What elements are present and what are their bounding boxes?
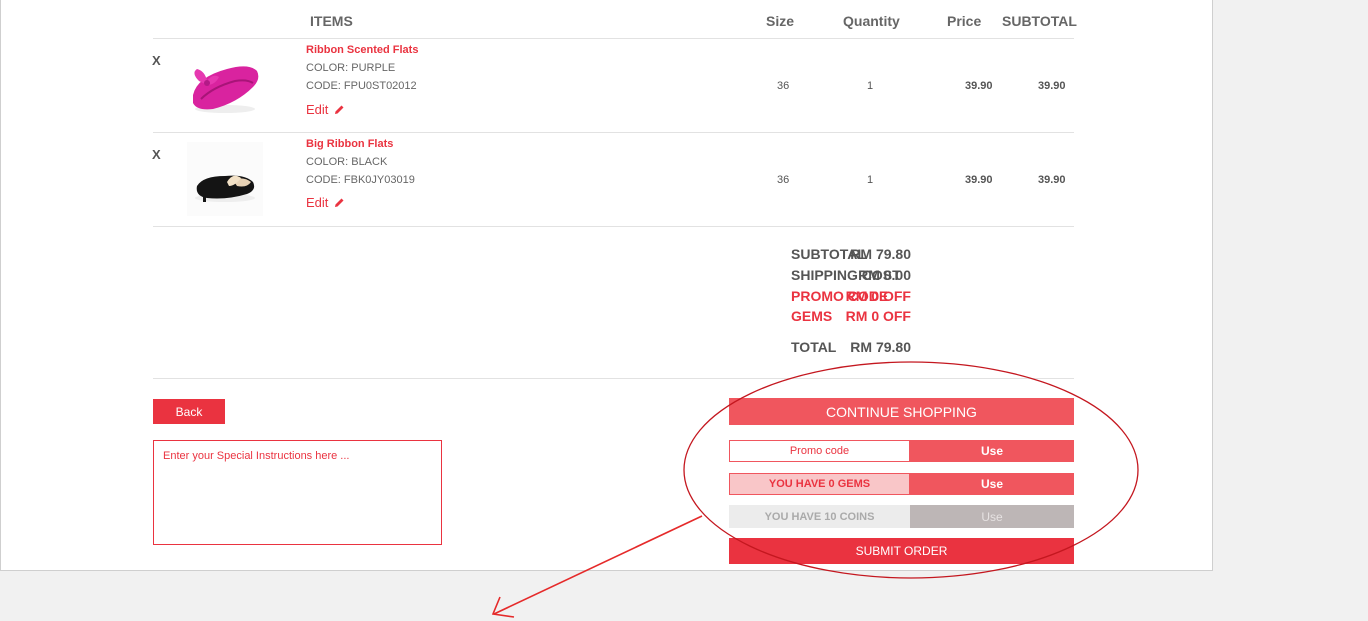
continue-shopping-button[interactable]: CONTINUE SHOPPING	[729, 398, 1074, 425]
cell-subtotal: 39.90	[1038, 80, 1066, 92]
header-items: ITEMS	[310, 13, 353, 29]
summary-total-value: RM 79.80	[850, 339, 911, 355]
summary-gems-label: GEMS	[791, 308, 833, 324]
back-button[interactable]: Back	[153, 399, 225, 424]
edit-link[interactable]: Edit	[306, 102, 345, 117]
gems-use-button[interactable]: Use	[910, 473, 1074, 495]
edit-label: Edit	[306, 102, 329, 117]
promo-use-button[interactable]: Use	[910, 440, 1074, 462]
header-price: Price	[947, 13, 982, 29]
product-image[interactable]	[187, 142, 263, 216]
cell-quantity: 1	[867, 80, 874, 92]
product-code: CODE: FPU0ST02012	[306, 80, 417, 92]
cart-panel: ITEMS Size Quantity Price SUBTOTAL X Rib…	[0, 0, 1213, 571]
header-size: Size	[766, 13, 795, 29]
special-instructions-input[interactable]	[153, 440, 442, 545]
divider	[153, 132, 1074, 133]
coins-use-button[interactable]: Use	[910, 505, 1074, 528]
cell-subtotal: 39.90	[1038, 174, 1066, 186]
product-code: CODE: FBK0JY03019	[306, 174, 415, 186]
cell-price: 39.90	[965, 80, 993, 92]
pencil-icon	[335, 198, 344, 207]
summary-subtotal-value: RM 79.80	[850, 246, 911, 262]
product-color: COLOR: BLACK	[306, 156, 388, 168]
header-subtotal: SUBTOTAL	[1002, 13, 1077, 29]
divider	[153, 378, 1074, 379]
annotation-arrow-head	[491, 596, 515, 618]
edit-link[interactable]: Edit	[306, 195, 345, 210]
cell-price: 39.90	[965, 174, 993, 186]
summary-shipping-value: RM 0.00	[858, 267, 911, 283]
header-quantity: Quantity	[843, 13, 900, 29]
divider	[153, 226, 1074, 227]
product-image[interactable]	[187, 47, 263, 119]
remove-item-button[interactable]: X	[152, 53, 161, 68]
cell-size: 36	[777, 80, 790, 92]
coins-balance: YOU HAVE 10 COINS	[729, 505, 910, 528]
remove-item-button[interactable]: X	[152, 147, 161, 162]
promo-code-input[interactable]: Promo code	[729, 440, 910, 462]
pencil-icon	[335, 105, 344, 114]
product-name[interactable]: Big Ribbon Flats	[306, 138, 393, 150]
product-color: COLOR: PURPLE	[306, 62, 396, 74]
summary-promo-value: RM 0 OFF	[845, 288, 911, 304]
cell-size: 36	[777, 174, 790, 186]
summary-total-label: TOTAL	[791, 339, 837, 355]
summary-gems-value: RM 0 OFF	[845, 308, 911, 324]
product-name[interactable]: Ribbon Scented Flats	[306, 44, 418, 56]
edit-label: Edit	[306, 195, 329, 210]
cell-quantity: 1	[867, 174, 874, 186]
gems-balance: YOU HAVE 0 GEMS	[729, 473, 910, 495]
divider	[153, 38, 1074, 39]
submit-order-button[interactable]: SUBMIT ORDER	[729, 538, 1074, 564]
